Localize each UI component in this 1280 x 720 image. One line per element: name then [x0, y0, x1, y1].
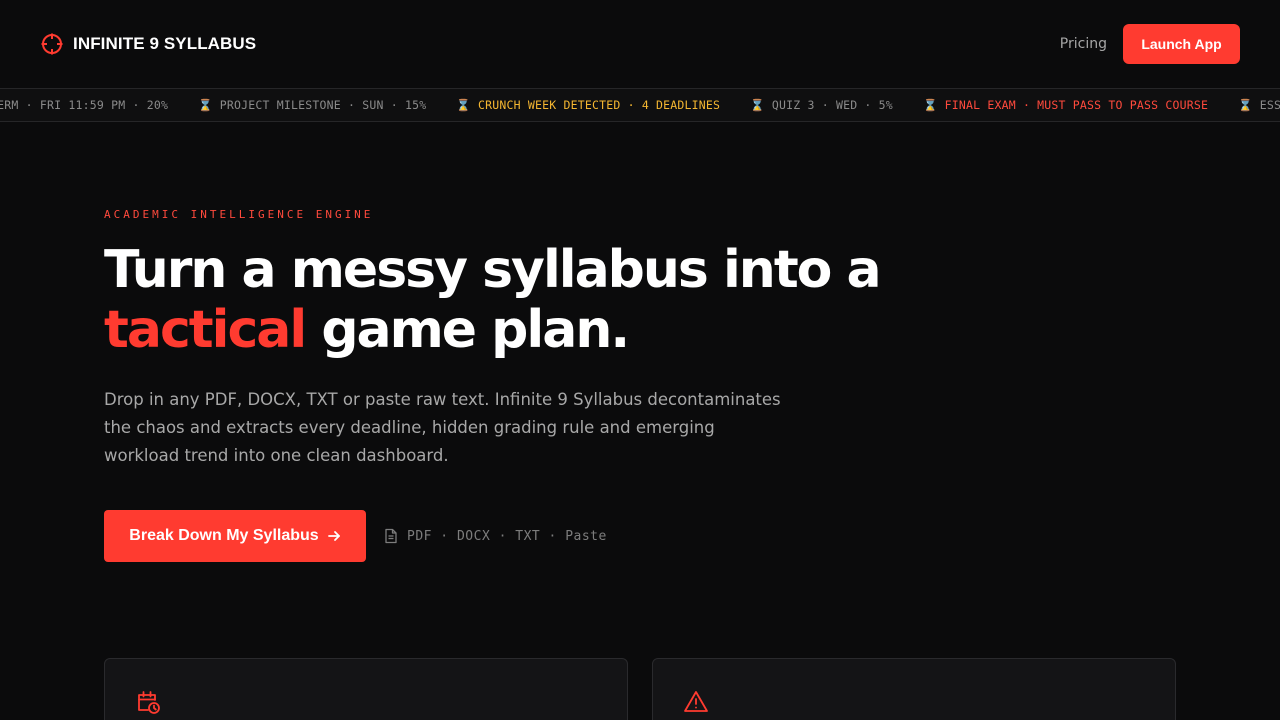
cta-row: Break Down My Syllabus PDF · DOCX · TXT … — [104, 510, 607, 562]
ticker-item: ⌛ PROJECT MILESTONE · SUN · 15% — [198, 98, 427, 112]
ticker-item: ⌛ QUIZ 3 · WED · 5% — [750, 98, 893, 112]
ticker-track: TERM · FRI 11:59 PM · 20% ⌛ PROJECT MILE… — [0, 89, 1280, 121]
formats-text: PDF · DOCX · TXT · Paste — [407, 528, 607, 544]
brand-name: INFINITE 9 SYLLABUS — [73, 34, 257, 53]
warning-triangle-icon — [684, 691, 708, 712]
supported-formats: PDF · DOCX · TXT · Paste — [384, 528, 607, 544]
arrow-right-icon — [327, 531, 340, 541]
ticker-item: ⌛ FINAL EXAM · MUST PASS TO PASS COURSE — [922, 98, 1209, 112]
pricing-link[interactable]: Pricing — [1060, 36, 1107, 52]
header: INFINITE 9 SYLLABUS Pricing Launch App — [0, 0, 1280, 88]
headline-accent: tactical — [104, 300, 307, 360]
feature-card-deadlines — [104, 658, 628, 720]
deadline-ticker: TERM · FRI 11:59 PM · 20% ⌛ PROJECT MILE… — [0, 88, 1280, 122]
ticker-item: ⌛ CRUNCH WEEK DETECTED · 4 DEADLINES — [456, 98, 721, 112]
crosshair-icon — [41, 33, 63, 55]
document-icon — [385, 528, 397, 544]
ticker-item: ⌛ ESSA — [1238, 98, 1280, 112]
feature-card-warnings — [652, 658, 1176, 720]
break-down-syllabus-button[interactable]: Break Down My Syllabus — [104, 510, 366, 562]
top-nav: Pricing Launch App — [1060, 24, 1240, 64]
calendar-clock-icon — [138, 691, 160, 714]
eyebrow-label: ACADEMIC INTELLIGENCE ENGINE — [104, 208, 374, 221]
ticker-item: TERM · FRI 11:59 PM · 20% — [0, 98, 169, 112]
hero-subtext: Drop in any PDF, DOCX, TXT or paste raw … — [104, 390, 781, 465]
headline-line-2: game plan. — [321, 300, 630, 360]
launch-app-button[interactable]: Launch App — [1123, 24, 1240, 64]
hero-headline: Turn a messy syllabus into a tactical gam… — [104, 240, 1004, 360]
brand[interactable]: INFINITE 9 SYLLABUS — [40, 32, 256, 56]
cta-label: Break Down My Syllabus — [129, 527, 319, 544]
headline-line-1: Turn a messy syllabus into a — [104, 240, 882, 300]
